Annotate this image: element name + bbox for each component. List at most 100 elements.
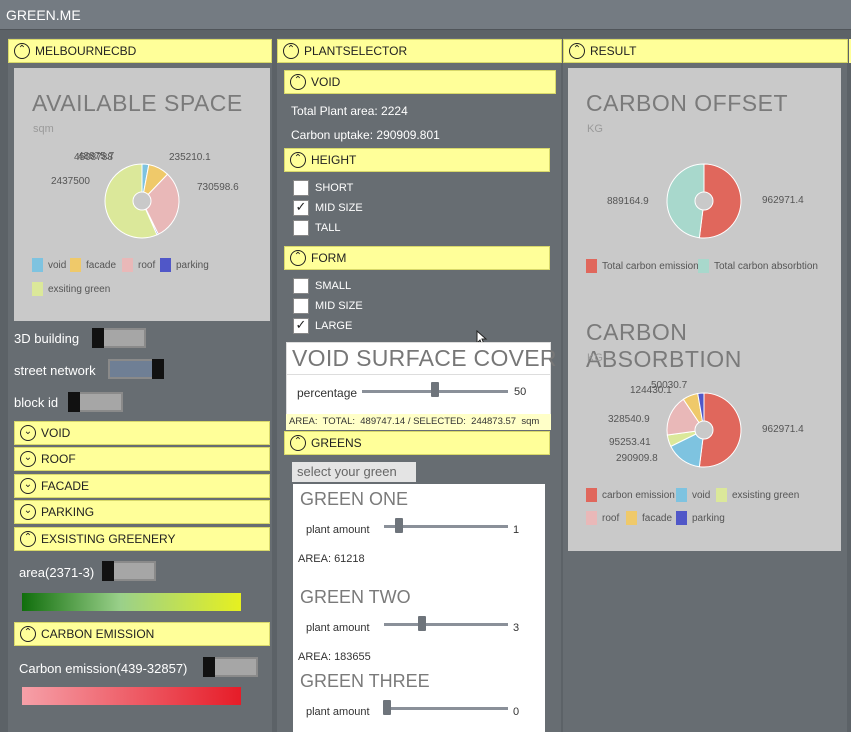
existing-greenery-area-label: area(2371-3) (19, 565, 95, 580)
chevron-up-icon: ⌃ (290, 250, 306, 266)
form-midsize-checkbox[interactable] (293, 298, 309, 314)
carbon-absorption-title: CARBON ABSORBTION (586, 319, 742, 372)
select-green-button[interactable]: select your green (292, 462, 416, 482)
height-short-checkbox[interactable] (293, 180, 309, 196)
chevron-down-icon: ⌄ (20, 451, 36, 467)
green-three-slider-thumb[interactable] (383, 700, 391, 715)
green-one-amount-label: plant amount (306, 524, 370, 536)
chevron-up-icon: ⌃ (14, 43, 30, 59)
absorption-label-roof: 328540.9 (608, 414, 650, 425)
section-void[interactable]: ⌄ VOID (14, 421, 270, 445)
percentage-value: 50 (514, 386, 527, 398)
green-one-area: AREA: 61218 (298, 553, 365, 565)
section-facade[interactable]: ⌄ FACADE (14, 474, 270, 498)
available-space-card: AVAILABLE SPACE sqm 235210.1 730598.6 24… (14, 68, 270, 321)
absorption-label-facade: 124430.1 (630, 385, 672, 396)
height-tall-checkbox[interactable] (293, 220, 309, 236)
toggle-label-street-network: street network (14, 363, 96, 378)
form-small-checkbox[interactable] (293, 278, 309, 294)
melbourne-header-label: MELBOURNECBD (35, 44, 137, 58)
green-two-area: AREA: 183655 (298, 651, 371, 663)
green-one-slider-thumb[interactable] (395, 518, 403, 533)
toggle-knob (102, 561, 114, 581)
legend-facade: facade (626, 511, 672, 525)
percentage-slider-thumb[interactable] (431, 382, 439, 397)
pie-label-green: 4508788 (74, 152, 113, 163)
void-surface-cover-title: VOID SURFACE COVER (292, 345, 557, 371)
legend-total-absorption: Total carbon absorbtion (698, 259, 818, 273)
result-header[interactable]: ⌃ RESULT (563, 39, 848, 63)
chevron-up-icon: ⌃ (290, 435, 306, 451)
height-header[interactable]: ⌃ HEIGHT (284, 148, 550, 172)
chevron-up-icon: ⌃ (283, 43, 299, 59)
chevron-down-icon: ⌄ (20, 425, 36, 441)
legend-parking: parking (676, 511, 725, 525)
toggle-knob (92, 328, 104, 348)
3d-building-toggle[interactable] (92, 328, 146, 348)
green-two-amount-label: plant amount (306, 622, 370, 634)
section-existing-greenery[interactable]: ⌃ EXSISTING GREENERY (14, 527, 270, 551)
greens-list (293, 484, 545, 732)
legend-existing-green: exsiting green (32, 282, 110, 296)
height-midsize-label: MID SIZE (315, 202, 363, 214)
green-three-slider[interactable] (384, 707, 508, 710)
section-parking[interactable]: ⌄ PARKING (14, 500, 270, 524)
chevron-up-icon: ⌃ (20, 626, 36, 642)
form-large-checkbox[interactable]: ✓ (293, 318, 309, 334)
green-three-amount-label: plant amount (306, 706, 370, 718)
total-plant-area: Total Plant area: 2224 (291, 104, 408, 118)
existing-greenery-toggle[interactable] (102, 561, 156, 581)
legend-facade: facade (70, 258, 116, 272)
carbon-emission-label: Carbon emission(439-32857) (19, 661, 188, 676)
height-midsize-checkbox[interactable]: ✓ (293, 200, 309, 216)
green-two-title: GREEN TWO (300, 587, 411, 607)
toggle-label-block-id: block id (14, 395, 59, 410)
plant-void-header[interactable]: ⌃ VOID (284, 70, 556, 94)
street-network-toggle[interactable] (108, 359, 164, 379)
legend-total-emission: Total carbon emission (586, 259, 699, 273)
green-one-title: GREEN ONE (300, 489, 409, 509)
chevron-up-icon: ⌃ (20, 531, 36, 547)
form-small-label: SMALL (315, 280, 352, 292)
legend-roof: roof (122, 258, 155, 272)
absorption-label-void: 290909.8 (616, 453, 658, 464)
greens-header[interactable]: ⌃ GREENS (284, 431, 550, 455)
legend-carbon-emission: carbon emission (586, 488, 675, 502)
green-three-title: GREEN THREE (300, 671, 430, 691)
height-short-label: SHORT (315, 182, 354, 194)
offset-label-emission: 962971.4 (762, 195, 804, 206)
form-midsize-label: MID SIZE (315, 300, 363, 312)
chevron-down-icon: ⌄ (20, 478, 36, 494)
greenery-gradient-bar (22, 593, 241, 611)
melbourne-header[interactable]: ⌃ MELBOURNECBD (8, 39, 272, 63)
legend-void: void (676, 488, 710, 502)
carbon-emission-toggle[interactable] (203, 657, 258, 677)
section-roof[interactable]: ⌄ ROOF (14, 447, 270, 471)
section-carbon-emission[interactable]: ⌃ CARBON EMISSION (14, 622, 270, 646)
surface-divider (287, 374, 550, 375)
green-one-value: 1 (513, 524, 520, 536)
green-two-value: 3 (513, 622, 520, 634)
form-header[interactable]: ⌃ FORM (284, 246, 550, 270)
chevron-down-icon: ⌄ (20, 504, 36, 520)
surface-area-readout: AREA: TOTAL: 489747.14 / SELECTED: 24487… (286, 414, 551, 430)
green-three-value: 0 (513, 706, 520, 718)
toggle-label-3d-building: 3D building (14, 331, 80, 346)
pie-label-facade: 730598.6 (197, 182, 239, 193)
legend-void: void (32, 258, 66, 272)
pie-hole (694, 191, 714, 211)
absorption-label-emission: 962971.4 (762, 424, 804, 435)
plantselector-header[interactable]: ⌃ PLANTSELECTOR (277, 39, 562, 63)
offset-label-absorption: 889164.9 (607, 196, 649, 207)
pie-hole (694, 420, 714, 440)
pie-hole (132, 191, 152, 211)
carbon-uptake: Carbon uptake: 290909.801 (291, 128, 440, 142)
block-id-toggle[interactable] (68, 392, 123, 412)
toggle-knob (203, 657, 215, 677)
green-two-slider[interactable] (384, 623, 508, 626)
carbon-absorption-unit: KG (587, 352, 603, 364)
chevron-up-icon: ⌃ (290, 152, 306, 168)
pie-label-void: 235210.1 (169, 152, 211, 163)
result-card: CARBON OFFSET KG 889164.9 962971.4 Total… (568, 68, 841, 551)
green-two-slider-thumb[interactable] (418, 616, 426, 631)
